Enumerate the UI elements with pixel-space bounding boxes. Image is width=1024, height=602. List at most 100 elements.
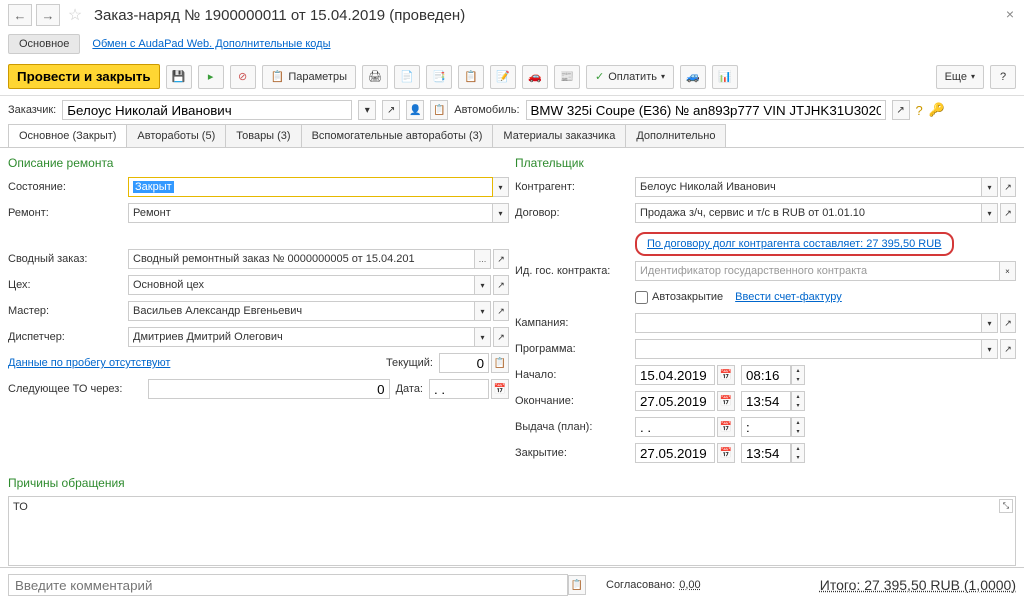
close-calendar[interactable]: 📅 (717, 443, 735, 463)
debt-link[interactable]: По договору долг контрагента составляет:… (647, 238, 942, 250)
action2-button[interactable]: 📑 (426, 65, 452, 89)
comment-input[interactable] (8, 574, 568, 596)
car-link-button[interactable]: ↗ (892, 100, 910, 120)
master-open[interactable]: ↗ (493, 301, 509, 321)
autoclose-checkbox[interactable] (635, 291, 648, 304)
start-time-input[interactable] (741, 365, 791, 385)
counterparty-input[interactable]: Белоус Николай Иванович (635, 177, 982, 197)
customer-icon2[interactable]: 📋 (430, 100, 448, 120)
save-button[interactable]: 💾 (166, 65, 192, 89)
help-icon[interactable]: ? (916, 103, 923, 118)
tab-goods[interactable]: Товары (3) (225, 124, 301, 147)
current-calc[interactable]: 📋 (491, 353, 509, 373)
params-button[interactable]: 📋Параметры (262, 65, 356, 89)
nav-back-button[interactable]: ← (8, 4, 32, 26)
program-dropdown[interactable]: ▾ (982, 339, 998, 359)
shop-input[interactable]: Основной цех (128, 275, 475, 295)
tab-customer-materials[interactable]: Материалы заказчика (492, 124, 626, 147)
master-input[interactable]: Васильев Александр Евгеньевич (128, 301, 475, 321)
comment-expand[interactable]: 📋 (568, 575, 586, 595)
favorite-star-icon[interactable]: ☆ (64, 4, 86, 26)
approved-value[interactable]: 0,00 (679, 579, 700, 591)
counterparty-dropdown[interactable]: ▾ (982, 177, 998, 197)
state-dropdown[interactable]: ▾ (493, 177, 509, 197)
action3-button[interactable]: 📋 (458, 65, 484, 89)
end-time-spin[interactable]: ▴▾ (791, 391, 805, 411)
start-time-spin[interactable]: ▴▾ (791, 365, 805, 385)
action5-button[interactable]: 🚗 (522, 65, 548, 89)
dispatcher-input[interactable]: Дмитриев Дмитрий Олегович (128, 327, 475, 347)
close-time-spin[interactable]: ▴▾ (791, 443, 805, 463)
tab-aux-works[interactable]: Вспомогательные автоработы (3) (301, 124, 494, 147)
shop-dropdown[interactable]: ▾ (475, 275, 491, 295)
reasons-expand[interactable]: ⤡ (999, 499, 1013, 513)
reasons-textarea[interactable]: ТО ⤡ (8, 496, 1016, 566)
program-input[interactable] (635, 339, 982, 359)
help-button[interactable]: ? (990, 65, 1016, 89)
total-value[interactable]: Итого: 27 395,50 RUB (1,0000) (820, 577, 1016, 593)
close-icon[interactable]: × (1006, 6, 1014, 22)
gov-clear[interactable]: × (1000, 261, 1016, 281)
post-button[interactable]: ▸ (198, 65, 224, 89)
repair-dropdown[interactable]: ▾ (493, 203, 509, 223)
car-input[interactable] (526, 100, 886, 120)
action8-button[interactable]: 📊 (712, 65, 738, 89)
shop-open[interactable]: ↗ (493, 275, 509, 295)
current-input[interactable] (439, 353, 489, 373)
key-icon[interactable]: 🔑 (929, 102, 945, 118)
close-date-input[interactable] (635, 443, 715, 463)
issue-date-input[interactable] (635, 417, 715, 437)
next-to-input[interactable] (148, 379, 390, 399)
next-to-calendar[interactable]: 📅 (491, 379, 509, 399)
dispatcher-open[interactable]: ↗ (493, 327, 509, 347)
customer-input[interactable] (62, 100, 352, 120)
campaign-dropdown[interactable]: ▾ (982, 313, 998, 333)
program-open[interactable]: ↗ (1000, 339, 1016, 359)
contract-open[interactable]: ↗ (1000, 203, 1016, 223)
customer-icon1[interactable]: 👤 (406, 100, 424, 120)
contract-dropdown[interactable]: ▾ (982, 203, 998, 223)
counterparty-open[interactable]: ↗ (1000, 177, 1016, 197)
issue-time-input[interactable] (741, 417, 791, 437)
post-and-close-button[interactable]: Провести и закрыть (8, 64, 160, 89)
print-button[interactable]: 🖨 (362, 65, 388, 89)
master-dropdown[interactable]: ▾ (475, 301, 491, 321)
campaign-input[interactable] (635, 313, 982, 333)
end-calendar[interactable]: 📅 (717, 391, 735, 411)
tab-main-closed[interactable]: Основное (Закрыт) (8, 124, 127, 147)
repair-input[interactable]: Ремонт (128, 203, 493, 223)
action4-button[interactable]: 📝 (490, 65, 516, 89)
summary-input[interactable]: Сводный ремонтный заказ № 0000000005 от … (128, 249, 475, 269)
pay-button[interactable]: ✓Оплатить▾ (586, 65, 674, 89)
state-input[interactable]: Закрыт (128, 177, 493, 197)
start-calendar[interactable]: 📅 (717, 365, 735, 385)
action7-button[interactable]: 🚙 (680, 65, 706, 89)
exchange-link[interactable]: Обмен с AudaPad Web. Дополнительные коды (92, 38, 330, 50)
next-to-date[interactable] (429, 379, 489, 399)
issue-calendar[interactable]: 📅 (717, 417, 735, 437)
end-time-input[interactable] (741, 391, 791, 411)
tab-main[interactable]: Основное (8, 34, 80, 54)
end-date-input[interactable] (635, 391, 715, 411)
start-date-input[interactable] (635, 365, 715, 385)
tab-works[interactable]: Авторабо​ты (5) (126, 124, 226, 147)
invoice-link[interactable]: Ввести счет-фактуру (735, 291, 842, 303)
summary-open[interactable]: ↗ (493, 249, 509, 269)
action1-button[interactable]: 📄 (394, 65, 420, 89)
close-time-input[interactable] (741, 443, 791, 463)
unpost-button[interactable]: ⊘ (230, 65, 256, 89)
contract-label: Договор: (515, 207, 635, 219)
nav-forward-button[interactable]: → (36, 4, 60, 26)
campaign-open[interactable]: ↗ (1000, 313, 1016, 333)
more-button[interactable]: Еще▾ (936, 65, 984, 89)
dispatcher-dropdown[interactable]: ▾ (475, 327, 491, 347)
customer-link-button[interactable]: ↗ (382, 100, 400, 120)
tab-additional[interactable]: Дополнительно (625, 124, 726, 147)
contract-input[interactable]: Продажа з/ч, сервис и т/с в RUB от 01.01… (635, 203, 982, 223)
summary-more[interactable]: … (475, 249, 491, 269)
issue-time-spin[interactable]: ▴▾ (791, 417, 805, 437)
mileage-link[interactable]: Данные по пробегу отсутствуют (8, 357, 170, 369)
customer-open-button[interactable]: ▾ (358, 100, 376, 120)
action6-button[interactable]: 📰 (554, 65, 580, 89)
gov-input[interactable]: Идентификатор государственного контракта (635, 261, 1000, 281)
